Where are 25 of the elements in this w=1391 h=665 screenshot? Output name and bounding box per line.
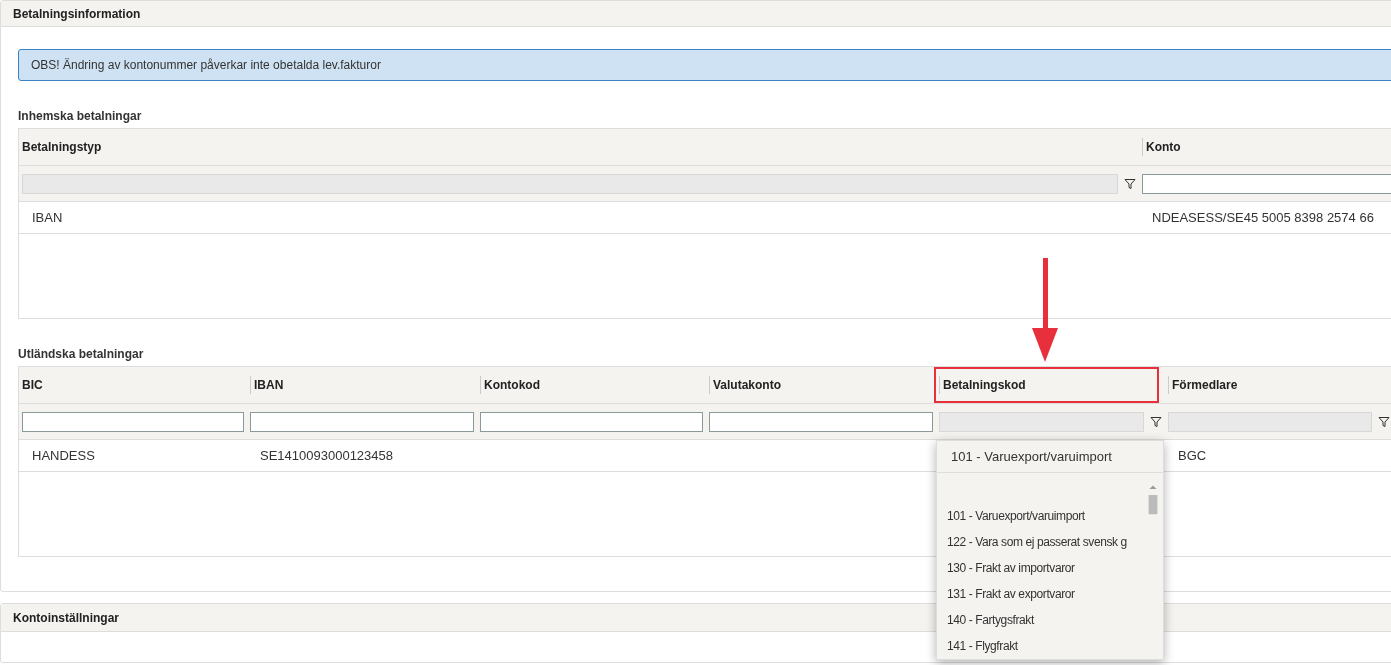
dropdown-option[interactable]: 130 - Frakt av importvaror xyxy=(937,555,1146,581)
dropdown-current-value[interactable]: 101 - Varuexport/varuimport xyxy=(951,446,1112,467)
dropdown-option[interactable]: 140 - Fartygsfrakt xyxy=(937,607,1146,633)
panel-title: Kontoinställningar xyxy=(13,609,119,627)
dropdown-option[interactable]: 131 - Frakt av exportvaror xyxy=(937,581,1146,607)
table-cell-text: IBAN xyxy=(32,208,63,227)
table-cell-text: BGC xyxy=(1178,446,1207,465)
column-header[interactable]: Konto xyxy=(1146,138,1181,156)
column-header[interactable]: Kontokod xyxy=(484,376,540,394)
panel-title: Betalningsinformation xyxy=(13,5,141,23)
table-cell-text: NDEASESS/SE45 5005 8398 2574 66 xyxy=(1152,208,1374,227)
column-header[interactable]: Förmedlare xyxy=(1172,376,1238,394)
dropdown-option[interactable]: 101 - Varuexport/varuimport xyxy=(937,503,1146,529)
column-header[interactable]: BIC xyxy=(22,376,43,394)
alert-text: OBS! Ändring av kontonummer påverkar inte obetalda lev.fakturor xyxy=(31,57,381,74)
column-header[interactable]: Betalningstyp xyxy=(22,138,102,156)
dropdown-option[interactable]: 122 - Vara som ej passerat svensk g xyxy=(937,529,1146,555)
column-header[interactable]: Valutakonto xyxy=(713,376,781,394)
table-cell-text: HANDESS xyxy=(32,446,95,465)
section-title: Inhemska betalningar xyxy=(18,108,143,125)
table-cell-text: SE1410093000123458 xyxy=(260,446,394,465)
dropdown-option[interactable]: 141 - Flygfrakt xyxy=(937,633,1146,659)
section-title: Utländska betalningar xyxy=(18,346,145,363)
column-header[interactable]: IBAN xyxy=(254,376,284,394)
column-header[interactable]: Betalningskod xyxy=(943,376,1026,394)
